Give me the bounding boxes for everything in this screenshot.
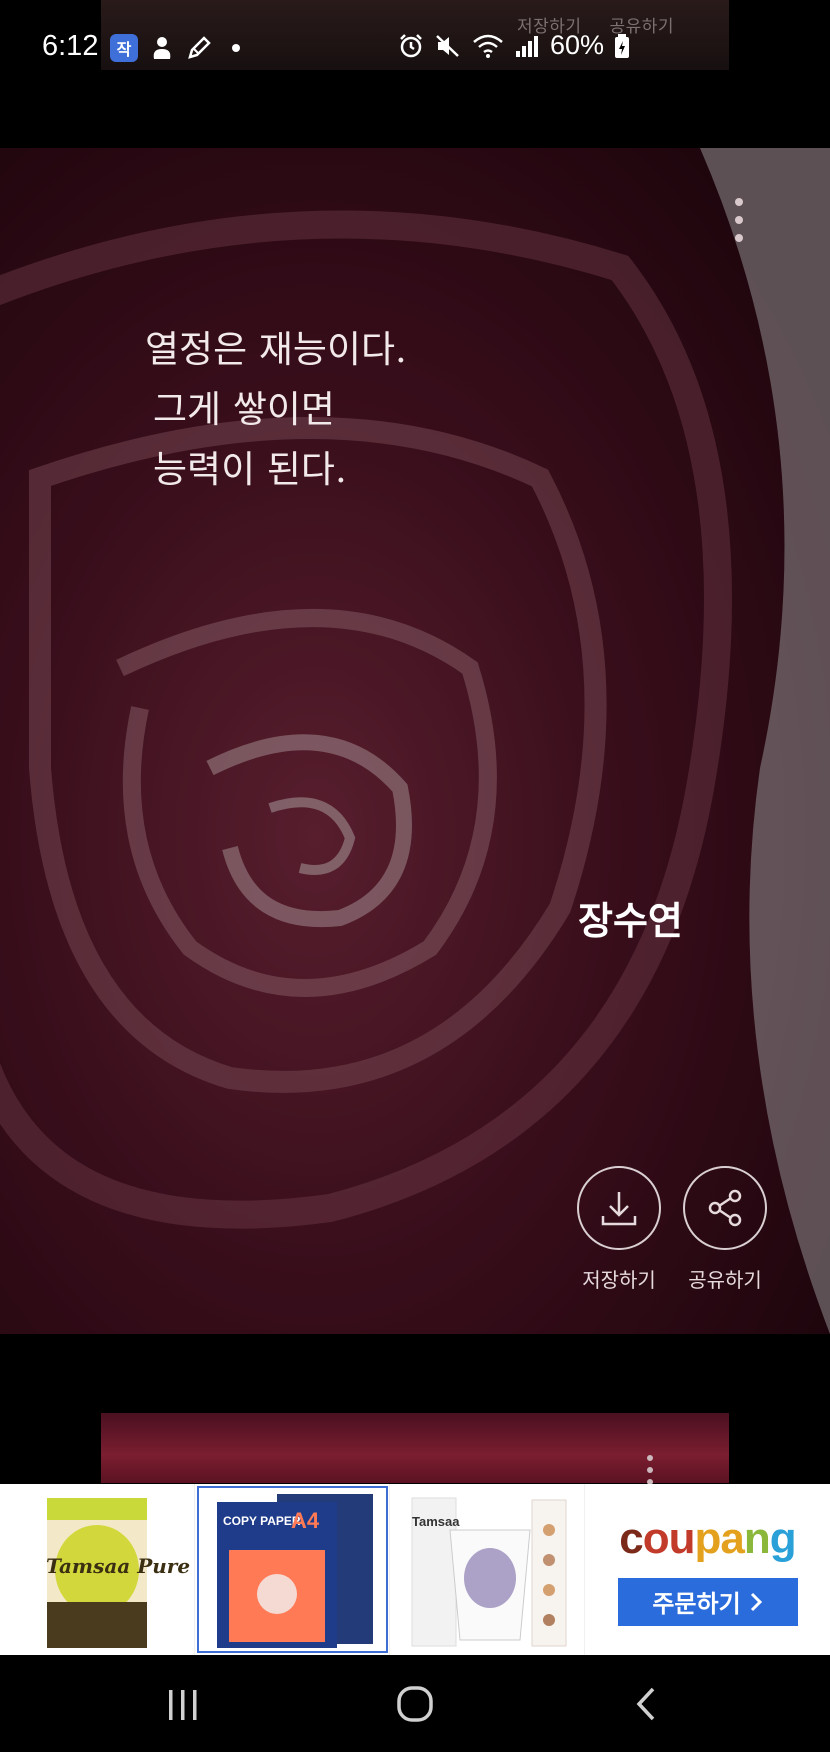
save-button-circle[interactable] xyxy=(577,1166,661,1250)
share-icon xyxy=(708,1189,742,1227)
order-button-label: 주문하기 xyxy=(652,1590,741,1618)
battery-percent: 60% xyxy=(549,30,604,60)
rose-background-image xyxy=(0,148,830,1334)
back-icon xyxy=(636,1687,655,1721)
next-card-peek[interactable] xyxy=(101,1413,729,1485)
recent-apps-button[interactable] xyxy=(138,1656,228,1752)
save-label: 저장하기 xyxy=(582,1268,656,1292)
status-notification-icons: 작 xyxy=(110,34,240,62)
home-button[interactable] xyxy=(370,1656,460,1752)
back-button[interactable] xyxy=(602,1656,692,1752)
quote-line: 열정은 재능이다. xyxy=(145,328,407,371)
status-system-icons: 60% xyxy=(398,30,630,61)
dot-icon xyxy=(232,44,240,52)
status-time: 6:12 xyxy=(42,30,99,62)
signal-icon xyxy=(515,35,538,57)
alarm-icon xyxy=(400,33,422,57)
quote-card[interactable]: 열정은 재능이다. 그게 쌓이면 능력이 된다. 장수연 저장하기 공유하기 xyxy=(0,148,830,1334)
ad-product-badge: A4 xyxy=(291,1508,320,1533)
status-bar: 저장하기 공유하기 6:12 작 60% xyxy=(0,0,830,100)
wifi-icon xyxy=(473,34,503,58)
ad-product-tamsaa-cups[interactable]: Tamsaa xyxy=(390,1484,585,1655)
app-badge-icon: 작 xyxy=(110,34,138,62)
more-vertical-icon[interactable] xyxy=(728,198,750,242)
ad-product-name: Tamsaa Pure xyxy=(46,1554,191,1578)
ad-product-name: Tamsaa xyxy=(412,1514,460,1529)
quote-text: 열정은 재능이다. 그게 쌓이면 능력이 된다. xyxy=(145,320,407,500)
home-icon xyxy=(397,1686,433,1722)
ad-banner[interactable]: Tamsaa Pure COPY PAPER A4 Tamsaa coupang… xyxy=(0,1484,830,1655)
quote-line: 그게 쌓이면 xyxy=(153,388,335,431)
order-button[interactable]: 주문하기 xyxy=(617,1577,798,1626)
coupang-ad-panel[interactable]: coupang 주문하기 xyxy=(585,1484,830,1655)
coupang-logo: coupang xyxy=(619,1513,796,1563)
share-button[interactable]: 공유하기 xyxy=(670,1166,780,1293)
share-button-circle[interactable] xyxy=(683,1166,767,1250)
more-vertical-icon[interactable] xyxy=(647,1455,653,1485)
quote-author: 장수연 xyxy=(578,898,683,943)
share-label: 공유하기 xyxy=(688,1268,762,1292)
recent-apps-icon xyxy=(169,1690,197,1720)
duck-icon xyxy=(153,37,171,59)
save-button[interactable]: 저장하기 xyxy=(564,1166,674,1293)
mute-icon xyxy=(436,34,459,57)
pencil-icon xyxy=(188,36,211,59)
quote-line: 능력이 된다. xyxy=(153,448,347,491)
download-icon xyxy=(601,1192,637,1226)
navigation-bar xyxy=(0,1656,830,1752)
ad-product-copy-paper[interactable]: COPY PAPER A4 xyxy=(195,1484,390,1655)
ad-product-tamsaa-pure[interactable]: Tamsaa Pure xyxy=(0,1484,195,1655)
ad-product-name: COPY PAPER xyxy=(223,1514,301,1528)
chevron-right-icon xyxy=(750,1592,762,1611)
battery-icon xyxy=(615,33,629,58)
